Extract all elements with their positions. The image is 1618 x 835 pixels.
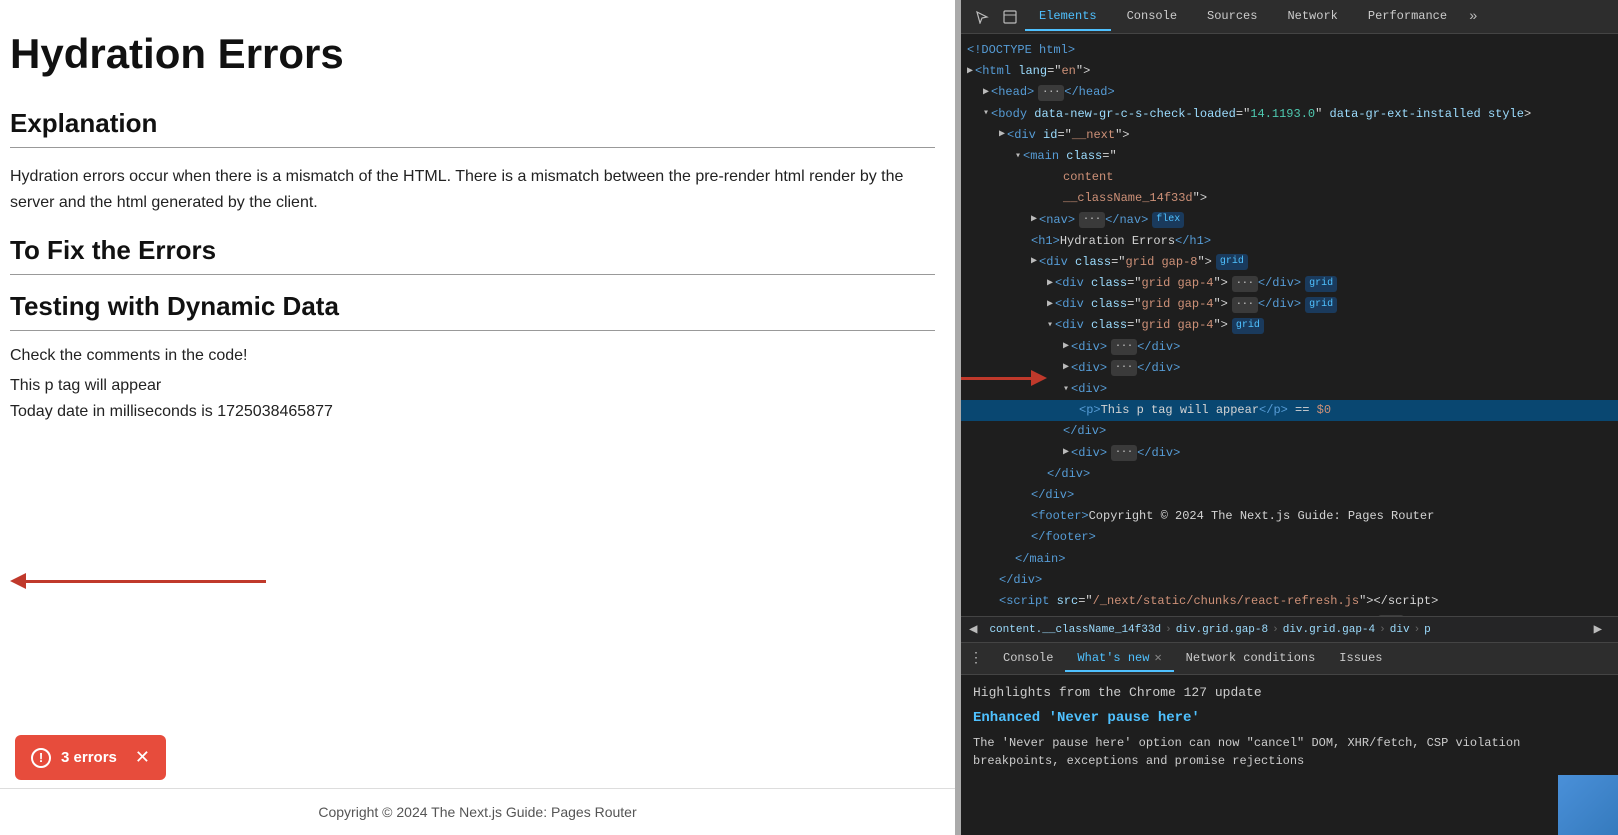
webpage-content: Hydration Errors Explanation Hydration e… — [0, 0, 955, 835]
html-line-main-classname: __className_14f33d"> — [961, 188, 1618, 209]
error-bar[interactable]: ! 3 errors ✕ — [15, 735, 166, 780]
html-line-grid1: ▶<div class="grid gap-8">grid — [961, 252, 1618, 273]
breadcrumb-bar: ◀ content.__className_14f33d › div.grid.… — [961, 616, 1618, 643]
html-line-close-main: </main> — [961, 549, 1618, 570]
html-line-doctype: <!DOCTYPE html> — [961, 40, 1618, 61]
nav-icon[interactable]: ◀ — [969, 621, 977, 638]
breadcrumb-item-5[interactable]: p — [1424, 624, 1431, 636]
whats-new-title[interactable]: Enhanced 'Never pause here' — [973, 710, 1606, 726]
highlights-title: Highlights from the Chrome 127 update — [973, 685, 1606, 700]
html-line-div-next: ▶<div id="__next"> — [961, 125, 1618, 146]
error-count-label: 3 errors — [61, 749, 117, 766]
breadcrumb-item-3[interactable]: div.grid.gap-4 — [1283, 624, 1375, 636]
html-line-p-selected[interactable]: <p>This p tag will appear</p> == $0 — [961, 400, 1618, 421]
console-content-area: Highlights from the Chrome 127 update En… — [961, 675, 1618, 835]
tab-elements[interactable]: Elements — [1025, 3, 1111, 31]
p-tag-appear-text: This p tag will appear — [10, 377, 935, 395]
date-line-text: Today date in milliseconds is 1725038465… — [10, 403, 935, 421]
bottom-tab-network-conditions[interactable]: Network conditions — [1174, 646, 1328, 672]
tab-performance[interactable]: Performance — [1354, 3, 1461, 31]
page-title: Hydration Errors — [10, 30, 935, 78]
html-line-body: ▾<body data-new-gr-c-s-check-loaded="14.… — [961, 104, 1618, 125]
page-footer: Copyright © 2024 The Next.js Guide: Page… — [0, 788, 955, 835]
breadcrumb-right-arrow[interactable]: ▶ — [1594, 621, 1602, 638]
html-line-script1: <script src="/_next/static/chunks/react-… — [961, 591, 1618, 612]
check-comments-text: Check the comments in the code! — [10, 347, 935, 365]
whats-new-label: What's new — [1077, 651, 1149, 665]
bottom-tab-whats-new[interactable]: What's new ✕ — [1065, 645, 1173, 672]
html-line-h1: <h1>Hydration Errors</h1> — [961, 231, 1618, 252]
html-line-grid2: ▶<div class="grid gap-4">···</div>grid — [961, 273, 1618, 294]
html-line-main-content: content — [961, 167, 1618, 188]
tab-network[interactable]: Network — [1273, 3, 1351, 31]
devtools-panel: Elements Console Sources Network Perform… — [961, 0, 1618, 835]
bottom-tab-console[interactable]: Console — [991, 646, 1065, 672]
breadcrumb-item-2[interactable]: div.grid.gap-8 — [1176, 624, 1268, 636]
breadcrumb-item-1[interactable]: content.__className_14f33d — [989, 624, 1161, 636]
html-line-main: ▾<main class=" — [961, 146, 1618, 167]
more-tabs-button[interactable]: » — [1463, 5, 1483, 29]
html-line-grid3: ▶<div class="grid gap-4">···</div>grid — [961, 294, 1618, 315]
html-line-grid4: ▾<div class="grid gap-4">grid — [961, 315, 1618, 336]
html-line-close-div: </div> — [961, 421, 1618, 442]
devtools-toolbar: Elements Console Sources Network Perform… — [961, 0, 1618, 34]
explanation-text: Hydration errors occur when there is a m… — [10, 164, 935, 215]
error-bar-close-button[interactable]: ✕ — [135, 747, 150, 768]
explanation-heading: Explanation — [10, 108, 935, 148]
html-line-div2: ▶<div>···</div> — [961, 358, 1618, 379]
footer-text: Copyright © 2024 The Next.js Guide: Page… — [318, 804, 636, 820]
error-exclaim-icon: ! — [39, 750, 43, 765]
html-line-close-footer: </footer> — [961, 527, 1618, 548]
tab-console[interactable]: Console — [1113, 3, 1191, 31]
html-line-html: ▶<html lang="en"> — [961, 61, 1618, 82]
cursor-icon-button[interactable] — [969, 4, 995, 30]
testing-heading: Testing with Dynamic Data — [10, 291, 935, 331]
html-line-nav: ▶<nav>···</nav>flex — [961, 210, 1618, 231]
console-more-options-icon[interactable]: ⋮ — [969, 650, 983, 667]
whats-new-description: The 'Never pause here' option can now "c… — [973, 734, 1606, 770]
breadcrumb-item-4[interactable]: div — [1390, 624, 1410, 636]
html-line-div1: ▶<div>···</div> — [961, 337, 1618, 358]
html-line-close-div2: </div> — [961, 464, 1618, 485]
html-line-div3: ▾<div> — [961, 379, 1618, 400]
inspect-icon-button[interactable] — [997, 4, 1023, 30]
bottom-tabs-bar: ⋮ Console What's new ✕ Network condition… — [961, 643, 1618, 675]
color-swatch — [1558, 775, 1618, 835]
elements-panel: <!DOCTYPE html> ▶<html lang="en"> ▶<head… — [961, 34, 1618, 616]
whats-new-close-button[interactable]: ✕ — [1154, 650, 1161, 665]
html-line-close-div3: </div> — [961, 485, 1618, 506]
html-line-div4: ▶<div>···</div> — [961, 443, 1618, 464]
html-line-head: ▶<head>···</head> — [961, 82, 1618, 103]
html-line-close-div4: </div> — [961, 570, 1618, 591]
error-icon: ! — [31, 748, 51, 768]
page-content-area: Hydration Errors Explanation Hydration e… — [0, 0, 955, 788]
bottom-tab-issues[interactable]: Issues — [1327, 646, 1394, 672]
html-line-footer: <footer>Copyright © 2024 The Next.js Gui… — [961, 506, 1618, 527]
tab-sources[interactable]: Sources — [1193, 3, 1271, 31]
fix-errors-heading: To Fix the Errors — [10, 235, 935, 275]
